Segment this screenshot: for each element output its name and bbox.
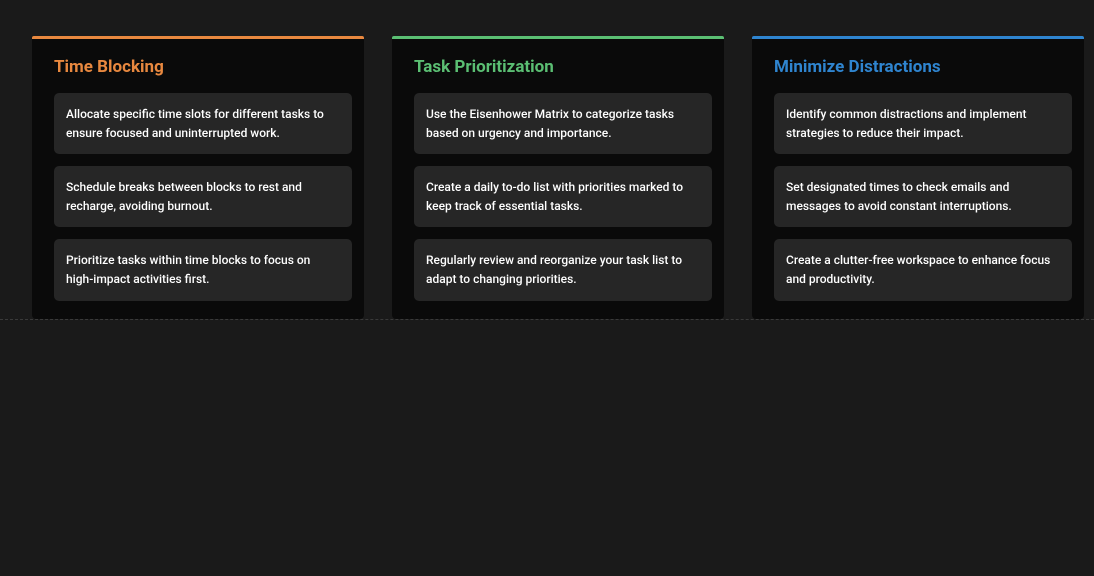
- tip-item: Use the Eisenhower Matrix to categorize …: [414, 93, 712, 154]
- card-task-prioritization: Task Prioritization Use the Eisenhower M…: [392, 36, 724, 319]
- tip-list: Use the Eisenhower Matrix to categorize …: [414, 93, 712, 301]
- tip-item: Prioritize tasks within time blocks to f…: [54, 239, 352, 300]
- card-inner: Time Blocking Allocate specific time slo…: [32, 39, 364, 315]
- card-title: Minimize Distractions: [774, 57, 1072, 77]
- card-minimize-distractions: Minimize Distractions Identify common di…: [752, 36, 1084, 319]
- card-inner: Minimize Distractions Identify common di…: [752, 39, 1084, 315]
- card-inner: Task Prioritization Use the Eisenhower M…: [392, 39, 724, 315]
- tip-item: Create a clutter-free workspace to enhan…: [774, 239, 1072, 300]
- tip-item: Regularly review and reorganize your tas…: [414, 239, 712, 300]
- card-title: Task Prioritization: [414, 57, 712, 77]
- tip-item: Schedule breaks between blocks to rest a…: [54, 166, 352, 227]
- card-title: Time Blocking: [54, 57, 352, 77]
- tip-item: Create a daily to-do list with prioritie…: [414, 166, 712, 227]
- tip-list: Allocate specific time slots for differe…: [54, 93, 352, 301]
- tip-list: Identify common distractions and impleme…: [774, 93, 1072, 301]
- card-time-blocking: Time Blocking Allocate specific time slo…: [32, 36, 364, 319]
- tip-item: Allocate specific time slots for differe…: [54, 93, 352, 154]
- cards-container: Time Blocking Allocate specific time slo…: [0, 0, 1094, 320]
- tip-item: Set designated times to check emails and…: [774, 166, 1072, 227]
- tip-item: Identify common distractions and impleme…: [774, 93, 1072, 154]
